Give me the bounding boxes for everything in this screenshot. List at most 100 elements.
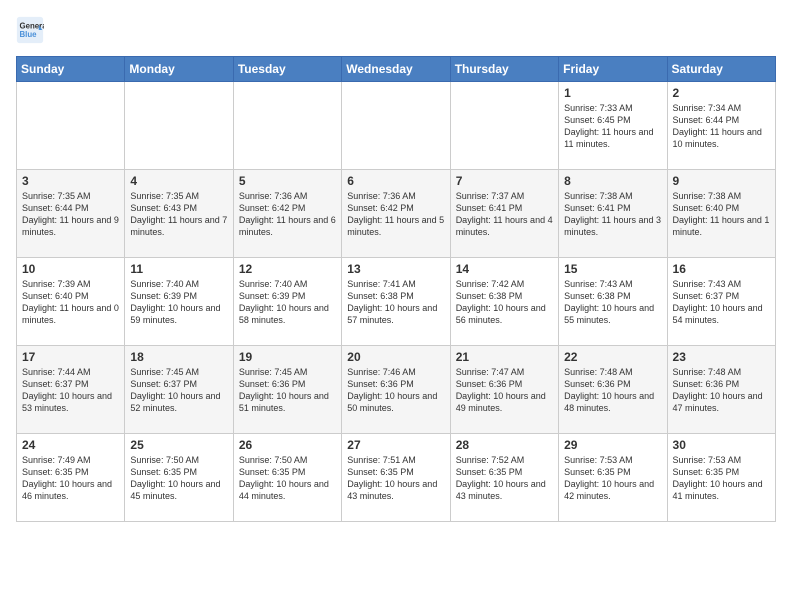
day-number: 2 xyxy=(673,86,770,100)
day-cell: 19Sunrise: 7:45 AM Sunset: 6:36 PM Dayli… xyxy=(233,346,341,434)
day-cell: 14 Sunrise: 7:42 AM Sunset: 6:38 PM Dayli… xyxy=(450,258,558,346)
day-info: Sunrise: 7:36 AM Sunset: 6:42 PM Dayligh… xyxy=(347,190,444,239)
day-cell: 7 Sunrise: 7:37 AM Sunset: 6:41 PM Daylig… xyxy=(450,170,558,258)
day-number: 11 xyxy=(130,262,227,276)
logo-icon: General Blue xyxy=(16,16,44,44)
day-info: Sunrise: 7:37 AM Sunset: 6:41 PM Dayligh… xyxy=(456,190,553,239)
day-number: 4 xyxy=(130,174,227,188)
day-info: Sunrise: 7:48 AM Sunset: 6:36 PM Dayligh… xyxy=(673,366,770,415)
day-info: Sunrise: 7:38 AM Sunset: 6:40 PM Dayligh… xyxy=(673,190,770,239)
day-number: 16 xyxy=(673,262,770,276)
day-cell: 29 Sunrise: 7:53 AM Sunset: 6:35 PM Dayli… xyxy=(559,434,667,522)
day-info: Sunrise: 7:43 AM Sunset: 6:38 PM Dayligh… xyxy=(564,278,661,327)
svg-text:Blue: Blue xyxy=(20,30,38,39)
day-number: 3 xyxy=(22,174,119,188)
col-header-wednesday: Wednesday xyxy=(342,57,450,82)
col-header-tuesday: Tuesday xyxy=(233,57,341,82)
day-number: 17 xyxy=(22,350,119,364)
header-row: SundayMondayTuesdayWednesdayThursdayFrid… xyxy=(17,57,776,82)
day-cell: 9 Sunrise: 7:38 AM Sunset: 6:40 PM Daylig… xyxy=(667,170,775,258)
day-cell: 4 Sunrise: 7:35 AM Sunset: 6:43 PM Daylig… xyxy=(125,170,233,258)
day-cell: 6 Sunrise: 7:36 AM Sunset: 6:42 PM Daylig… xyxy=(342,170,450,258)
day-number: 20 xyxy=(347,350,444,364)
week-row-2: 3 Sunrise: 7:35 AM Sunset: 6:44 PM Daylig… xyxy=(17,170,776,258)
day-info: Sunrise: 7:46 AM Sunset: 6:36 PM Dayligh… xyxy=(347,366,444,415)
col-header-saturday: Saturday xyxy=(667,57,775,82)
day-info: Sunrise: 7:41 AM Sunset: 6:38 PM Dayligh… xyxy=(347,278,444,327)
day-cell xyxy=(17,82,125,170)
day-info: Sunrise: 7:42 AM Sunset: 6:38 PM Dayligh… xyxy=(456,278,553,327)
day-cell xyxy=(233,82,341,170)
day-cell: 26 Sunrise: 7:50 AM Sunset: 6:35 PM Dayli… xyxy=(233,434,341,522)
day-cell: 20 Sunrise: 7:46 AM Sunset: 6:36 PM Dayli… xyxy=(342,346,450,434)
day-number: 6 xyxy=(347,174,444,188)
day-cell: 1Sunrise: 7:33 AM Sunset: 6:45 PM Daylig… xyxy=(559,82,667,170)
day-info: Sunrise: 7:53 AM Sunset: 6:35 PM Dayligh… xyxy=(564,454,661,503)
day-info: Sunrise: 7:39 AM Sunset: 6:40 PM Dayligh… xyxy=(22,278,119,327)
day-info: Sunrise: 7:50 AM Sunset: 6:35 PM Dayligh… xyxy=(130,454,227,503)
day-cell: 28 Sunrise: 7:52 AM Sunset: 6:35 PM Dayli… xyxy=(450,434,558,522)
week-row-5: 24 Sunrise: 7:49 AM Sunset: 6:35 PM Dayli… xyxy=(17,434,776,522)
day-info: Sunrise: 7:45 AM Sunset: 6:37 PM Dayligh… xyxy=(130,366,227,415)
week-row-3: 10 Sunrise: 7:39 AM Sunset: 6:40 PM Dayli… xyxy=(17,258,776,346)
day-cell: 18 Sunrise: 7:45 AM Sunset: 6:37 PM Dayli… xyxy=(125,346,233,434)
day-number: 18 xyxy=(130,350,227,364)
day-number: 10 xyxy=(22,262,119,276)
day-info: Sunrise: 7:40 AM Sunset: 6:39 PM Dayligh… xyxy=(130,278,227,327)
day-number: 22 xyxy=(564,350,661,364)
day-number: 24 xyxy=(22,438,119,452)
day-number: 1 xyxy=(564,86,661,100)
day-info: Sunrise: 7:47 AM Sunset: 6:36 PM Dayligh… xyxy=(456,366,553,415)
day-cell: 2 Sunrise: 7:34 AM Sunset: 6:44 PM Daylig… xyxy=(667,82,775,170)
day-cell: 12 Sunrise: 7:40 AM Sunset: 6:39 PM Dayli… xyxy=(233,258,341,346)
day-number: 26 xyxy=(239,438,336,452)
day-cell xyxy=(342,82,450,170)
day-cell: 11 Sunrise: 7:40 AM Sunset: 6:39 PM Dayli… xyxy=(125,258,233,346)
day-cell: 25Sunrise: 7:50 AM Sunset: 6:35 PM Dayli… xyxy=(125,434,233,522)
day-info: Sunrise: 7:44 AM Sunset: 6:37 PM Dayligh… xyxy=(22,366,119,415)
day-cell: 27Sunrise: 7:51 AM Sunset: 6:35 PM Dayli… xyxy=(342,434,450,522)
day-cell: 22Sunrise: 7:48 AM Sunset: 6:36 PM Dayli… xyxy=(559,346,667,434)
day-cell: 10 Sunrise: 7:39 AM Sunset: 6:40 PM Dayli… xyxy=(17,258,125,346)
day-info: Sunrise: 7:43 AM Sunset: 6:37 PM Dayligh… xyxy=(673,278,770,327)
day-cell xyxy=(125,82,233,170)
day-cell: 8Sunrise: 7:38 AM Sunset: 6:41 PM Daylig… xyxy=(559,170,667,258)
calendar-table: SundayMondayTuesdayWednesdayThursdayFrid… xyxy=(16,56,776,522)
page-header: General Blue xyxy=(16,16,776,44)
day-number: 14 xyxy=(456,262,553,276)
week-row-4: 17 Sunrise: 7:44 AM Sunset: 6:37 PM Dayli… xyxy=(17,346,776,434)
day-number: 21 xyxy=(456,350,553,364)
day-cell: 5Sunrise: 7:36 AM Sunset: 6:42 PM Daylig… xyxy=(233,170,341,258)
col-header-sunday: Sunday xyxy=(17,57,125,82)
col-header-monday: Monday xyxy=(125,57,233,82)
day-info: Sunrise: 7:50 AM Sunset: 6:35 PM Dayligh… xyxy=(239,454,336,503)
day-info: Sunrise: 7:34 AM Sunset: 6:44 PM Dayligh… xyxy=(673,102,770,151)
day-cell: 3 Sunrise: 7:35 AM Sunset: 6:44 PM Daylig… xyxy=(17,170,125,258)
day-info: Sunrise: 7:35 AM Sunset: 6:43 PM Dayligh… xyxy=(130,190,227,239)
day-cell: 21 Sunrise: 7:47 AM Sunset: 6:36 PM Dayli… xyxy=(450,346,558,434)
day-cell: 17 Sunrise: 7:44 AM Sunset: 6:37 PM Dayli… xyxy=(17,346,125,434)
day-cell: 16 Sunrise: 7:43 AM Sunset: 6:37 PM Dayli… xyxy=(667,258,775,346)
day-cell: 24 Sunrise: 7:49 AM Sunset: 6:35 PM Dayli… xyxy=(17,434,125,522)
day-info: Sunrise: 7:45 AM Sunset: 6:36 PM Dayligh… xyxy=(239,366,336,415)
day-number: 23 xyxy=(673,350,770,364)
day-number: 5 xyxy=(239,174,336,188)
day-number: 12 xyxy=(239,262,336,276)
day-info: Sunrise: 7:40 AM Sunset: 6:39 PM Dayligh… xyxy=(239,278,336,327)
logo: General Blue xyxy=(16,16,48,44)
col-header-thursday: Thursday xyxy=(450,57,558,82)
day-number: 28 xyxy=(456,438,553,452)
day-number: 30 xyxy=(673,438,770,452)
day-info: Sunrise: 7:49 AM Sunset: 6:35 PM Dayligh… xyxy=(22,454,119,503)
day-cell: 30Sunrise: 7:53 AM Sunset: 6:35 PM Dayli… xyxy=(667,434,775,522)
day-number: 29 xyxy=(564,438,661,452)
day-number: 7 xyxy=(456,174,553,188)
day-cell: 13 Sunrise: 7:41 AM Sunset: 6:38 PM Dayli… xyxy=(342,258,450,346)
day-number: 9 xyxy=(673,174,770,188)
day-info: Sunrise: 7:35 AM Sunset: 6:44 PM Dayligh… xyxy=(22,190,119,239)
day-info: Sunrise: 7:52 AM Sunset: 6:35 PM Dayligh… xyxy=(456,454,553,503)
week-row-1: 1Sunrise: 7:33 AM Sunset: 6:45 PM Daylig… xyxy=(17,82,776,170)
day-number: 13 xyxy=(347,262,444,276)
day-cell: 23 Sunrise: 7:48 AM Sunset: 6:36 PM Dayli… xyxy=(667,346,775,434)
day-info: Sunrise: 7:38 AM Sunset: 6:41 PM Dayligh… xyxy=(564,190,661,239)
